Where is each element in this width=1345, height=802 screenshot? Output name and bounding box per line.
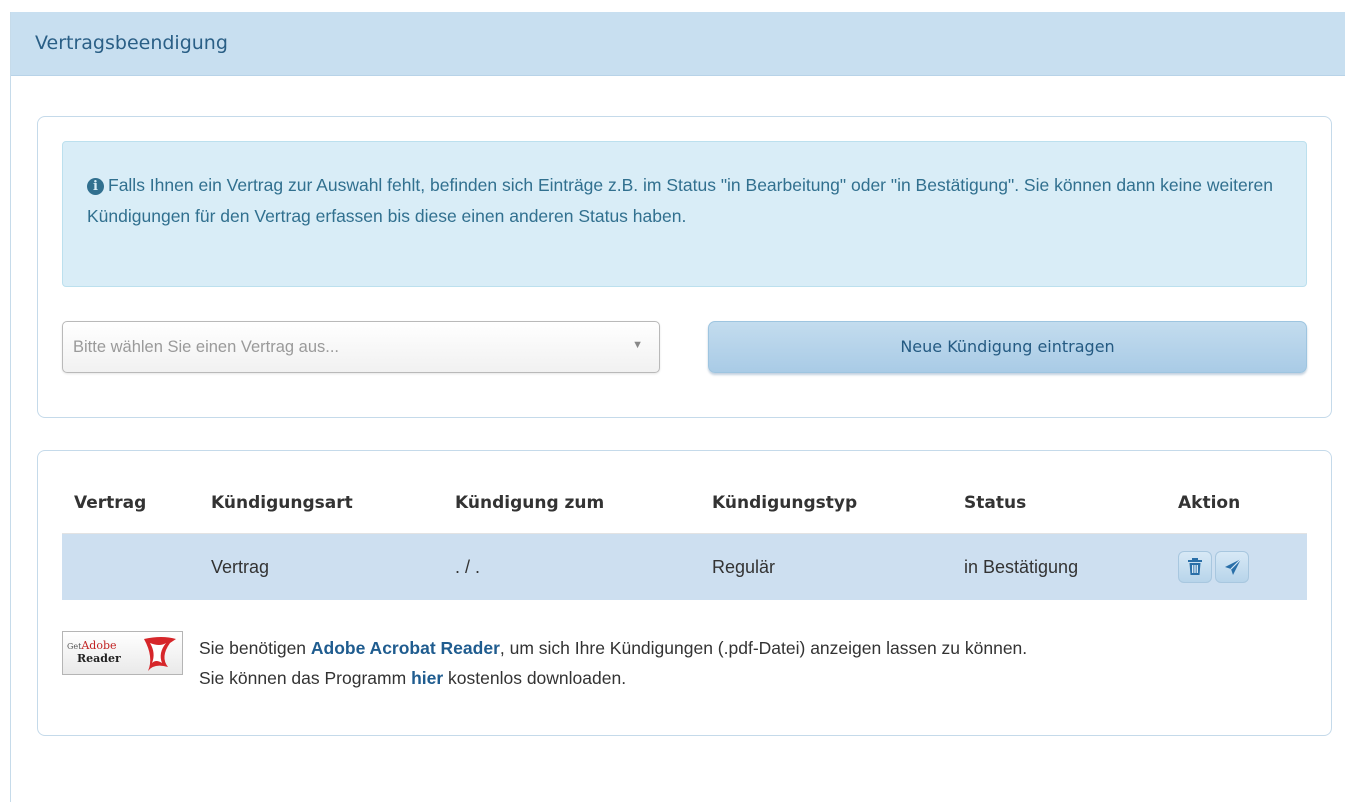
new-termination-button[interactable]: Neue Kündigung eintragen <box>708 321 1307 373</box>
send-icon <box>1225 558 1242 575</box>
info-alert-text: Falls Ihnen ein Vertrag zur Auswahl fehl… <box>87 175 1273 226</box>
cell-kuendigungsart: Vertrag <box>199 533 443 600</box>
adobe-note-prefix: Sie benötigen <box>199 638 311 658</box>
column-header-vertrag: Vertrag <box>62 473 199 534</box>
column-header-kuendigungstyp: Kündigungstyp <box>700 473 952 534</box>
adobe-note-middle: , um sich Ihre Kündigungen (.pdf-Datei) … <box>499 638 1028 658</box>
column-header-aktion: Aktion <box>1166 473 1307 534</box>
adobe-note-line2-suffix: kostenlos downloaden. <box>443 668 627 688</box>
delete-button[interactable] <box>1178 551 1212 583</box>
panel-heading: Vertragsbeendigung <box>11 12 1345 76</box>
adobe-reader-logo-icon <box>144 637 176 671</box>
panel-title: Vertragsbeendigung <box>35 32 228 54</box>
trash-icon <box>1188 558 1202 575</box>
contract-termination-panel: Vertragsbeendigung i Falls Ihnen ein Vert… <box>10 12 1345 802</box>
cell-vertrag <box>62 533 199 600</box>
cell-actions <box>1166 533 1307 600</box>
info-circle-icon: i <box>87 178 104 195</box>
terminations-table: Vertrag Kündigungsart Kündigung zum Künd… <box>62 473 1307 600</box>
table-header-row: Vertrag Kündigungsart Kündigung zum Künd… <box>62 473 1307 534</box>
contract-select-placeholder: Bitte wählen Sie einen Vertrag aus... <box>73 338 339 356</box>
adobe-badge-reader: Reader <box>77 652 121 665</box>
column-header-status: Status <box>952 473 1166 534</box>
info-alert: i Falls Ihnen ein Vertrag zur Auswahl feh… <box>62 141 1307 287</box>
chevron-down-icon: ▼ <box>632 339 643 351</box>
adobe-acrobat-reader-link[interactable]: Adobe Acrobat Reader <box>311 638 500 658</box>
download-here-link[interactable]: hier <box>411 668 443 688</box>
cell-status: in Bestätigung <box>952 533 1166 600</box>
adobe-reader-note: Sie benötigen Adobe Acrobat Reader, um s… <box>199 633 1309 693</box>
adobe-badge-text: GetAdobe Reader <box>67 638 147 665</box>
cell-kuendigungstyp: Regulär <box>700 533 952 600</box>
adobe-note-line2-prefix: Sie können das Programm <box>199 668 412 688</box>
adobe-badge-brand: Adobe <box>81 639 117 652</box>
terminations-card: Vertrag Kündigungsart Kündigung zum Künd… <box>37 450 1332 736</box>
column-header-kuendigung-zum: Kündigung zum <box>443 473 700 534</box>
column-header-kuendigungsart: Kündigungsart <box>199 473 443 534</box>
adobe-badge-get: Get <box>67 642 82 651</box>
new-termination-card: i Falls Ihnen ein Vertrag zur Auswahl feh… <box>37 116 1332 418</box>
send-button[interactable] <box>1215 551 1249 583</box>
cell-kuendigung-zum: . / . <box>443 533 700 600</box>
get-adobe-reader-badge[interactable]: GetAdobe Reader <box>62 631 183 675</box>
contract-select[interactable]: Bitte wählen Sie einen Vertrag aus... ▼ <box>62 321 660 373</box>
table-row: Vertrag . / . Regulär in Bestätigung <box>62 533 1307 600</box>
